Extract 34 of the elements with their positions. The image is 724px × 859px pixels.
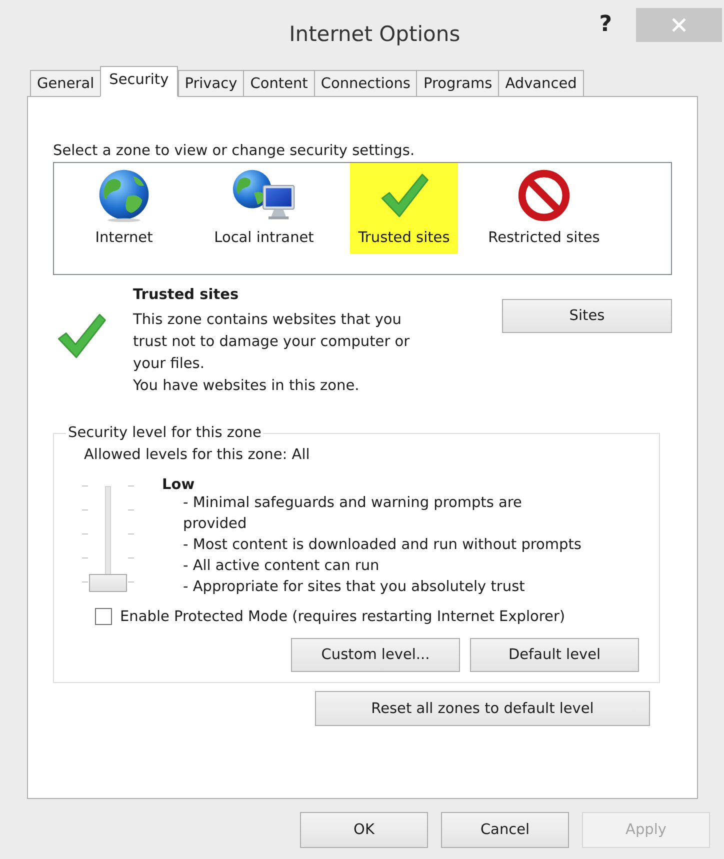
zone-item[interactable]: Trusted sites — [350, 163, 458, 254]
close-button[interactable] — [636, 8, 722, 42]
level-detail: - Most content is downloaded and run without prompts — [183, 536, 582, 555]
custom-level-button[interactable]: Custom level... — [291, 638, 460, 672]
reset-zones-button[interactable]: Reset all zones to default level — [315, 691, 650, 726]
level-detail: - Appropriate for sites that you absolutely trust — [183, 578, 526, 597]
sites-button[interactable]: Sites — [502, 299, 672, 333]
tab[interactable]: Connections — [314, 70, 416, 97]
slider-thumb[interactable] — [89, 574, 127, 592]
zone-item[interactable]: Internet — [86, 163, 162, 254]
help-button[interactable]: ? — [599, 12, 612, 37]
zone-prompt: Select a zone to view or change security settings. — [53, 143, 416, 159]
tab[interactable]: General — [30, 70, 100, 97]
tab[interactable]: Privacy — [178, 70, 244, 97]
zone-description: This zone contains websites that you trust not to damage your computer or your files. You have websites in this zone. — [133, 311, 410, 396]
tab[interactable]: Programs — [416, 70, 498, 97]
close-icon — [672, 18, 686, 32]
ok-button[interactable]: OK — [300, 812, 428, 848]
default-level-button[interactable]: Default level — [470, 638, 639, 672]
level-detail: - Minimal safeguards and warning prompts are provided — [183, 494, 523, 534]
tab[interactable]: Security — [100, 66, 178, 97]
zone-item[interactable]: Local intranet — [206, 163, 322, 254]
allowed-levels-text: Allowed levels for this zone: All — [84, 447, 311, 463]
level-detail: - All active content can run — [183, 557, 380, 576]
window-title: Internet Options — [288, 21, 462, 46]
zone-title: Trusted sites — [133, 287, 240, 303]
cancel-button[interactable]: Cancel — [441, 812, 569, 848]
tab[interactable]: Advanced — [498, 70, 584, 97]
level-name: Low — [162, 477, 196, 493]
checkbox-label[interactable]: Enable Protected Mode (requires restarting Internet Explorer) — [120, 608, 566, 624]
checkbox[interactable] — [95, 608, 112, 625]
tab[interactable]: Content — [243, 70, 314, 97]
zone-item[interactable]: Restricted sites — [480, 163, 608, 254]
group-title: Security level for this zone — [67, 425, 262, 441]
